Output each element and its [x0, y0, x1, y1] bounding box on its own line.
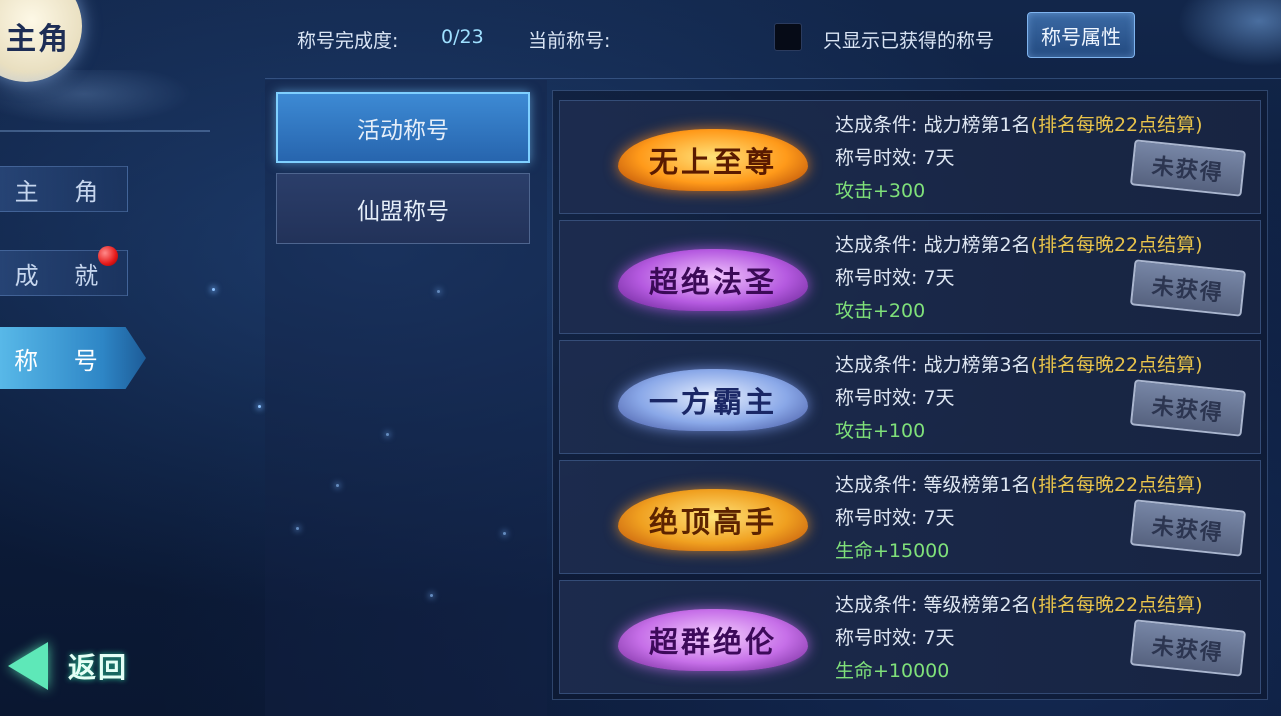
title-note: (排名每晚22点结算) [1030, 234, 1203, 256]
completion-value: 0/23 [441, 26, 484, 48]
sidebar-item-titles[interactable]: 称 号 [0, 327, 146, 389]
tab-guild-titles[interactable]: 仙盟称号 [276, 173, 530, 244]
sidebar-item-character[interactable]: 主 角 [0, 166, 128, 212]
title-condition: 达成条件: 战力榜第1名 [835, 114, 1031, 136]
back-arrow-icon [8, 642, 48, 690]
owned-only-checkbox[interactable] [774, 23, 802, 51]
title-condition: 达成条件: 战力榜第2名 [835, 234, 1031, 256]
title-badge: 超群绝伦 [618, 609, 808, 671]
back-button[interactable]: 返回 [8, 632, 138, 700]
title-condition: 达成条件: 等级榜第2名 [835, 594, 1031, 616]
title-condition: 达成条件: 等级榜第1名 [835, 474, 1031, 496]
cloud-decoration-right [1171, 0, 1281, 70]
cloud-decoration [0, 70, 210, 132]
tab-event-titles[interactable]: 活动称号 [276, 92, 530, 163]
title-row[interactable]: 绝顶高手 达成条件: 等级榜第1名(排名每晚22点结算) 称号时效: 7天 生命… [559, 460, 1261, 574]
title-badge: 一方霸主 [618, 369, 808, 431]
title-note: (排名每晚22点结算) [1030, 474, 1203, 496]
title-row[interactable]: 无上至尊 达成条件: 战力榜第1名(排名每晚22点结算) 称号时效: 7天 攻击… [559, 100, 1261, 214]
filter-label: 只显示已获得的称号 [823, 30, 995, 52]
current-title-label: 当前称号: [528, 30, 611, 52]
title-badge: 绝顶高手 [618, 489, 808, 551]
emblem-label: 主角 [6, 22, 70, 57]
completion-label: 称号完成度: [297, 30, 399, 52]
title-note: (排名每晚22点结算) [1030, 114, 1203, 136]
back-label: 返回 [68, 651, 129, 684]
notification-badge [98, 246, 118, 266]
title-row[interactable]: 超群绝伦 达成条件: 等级榜第2名(排名每晚22点结算) 称号时效: 7天 生命… [559, 580, 1261, 694]
title-note: (排名每晚22点结算) [1030, 354, 1203, 376]
title-row[interactable]: 一方霸主 达成条件: 战力榜第3名(排名每晚22点结算) 称号时效: 7天 攻击… [559, 340, 1261, 454]
title-note: (排名每晚22点结算) [1030, 594, 1203, 616]
title-condition: 达成条件: 战力榜第3名 [835, 354, 1031, 376]
title-attributes-button[interactable]: 称号属性 [1027, 12, 1135, 58]
title-badge: 无上至尊 [618, 129, 808, 191]
title-row[interactable]: 超绝法圣 达成条件: 战力榜第2名(排名每晚22点结算) 称号时效: 7天 攻击… [559, 220, 1261, 334]
title-badge: 超绝法圣 [618, 249, 808, 311]
top-bar: 称号完成度: 0/23 当前称号: 只显示已获得的称号 称号属性 [265, 0, 1281, 79]
